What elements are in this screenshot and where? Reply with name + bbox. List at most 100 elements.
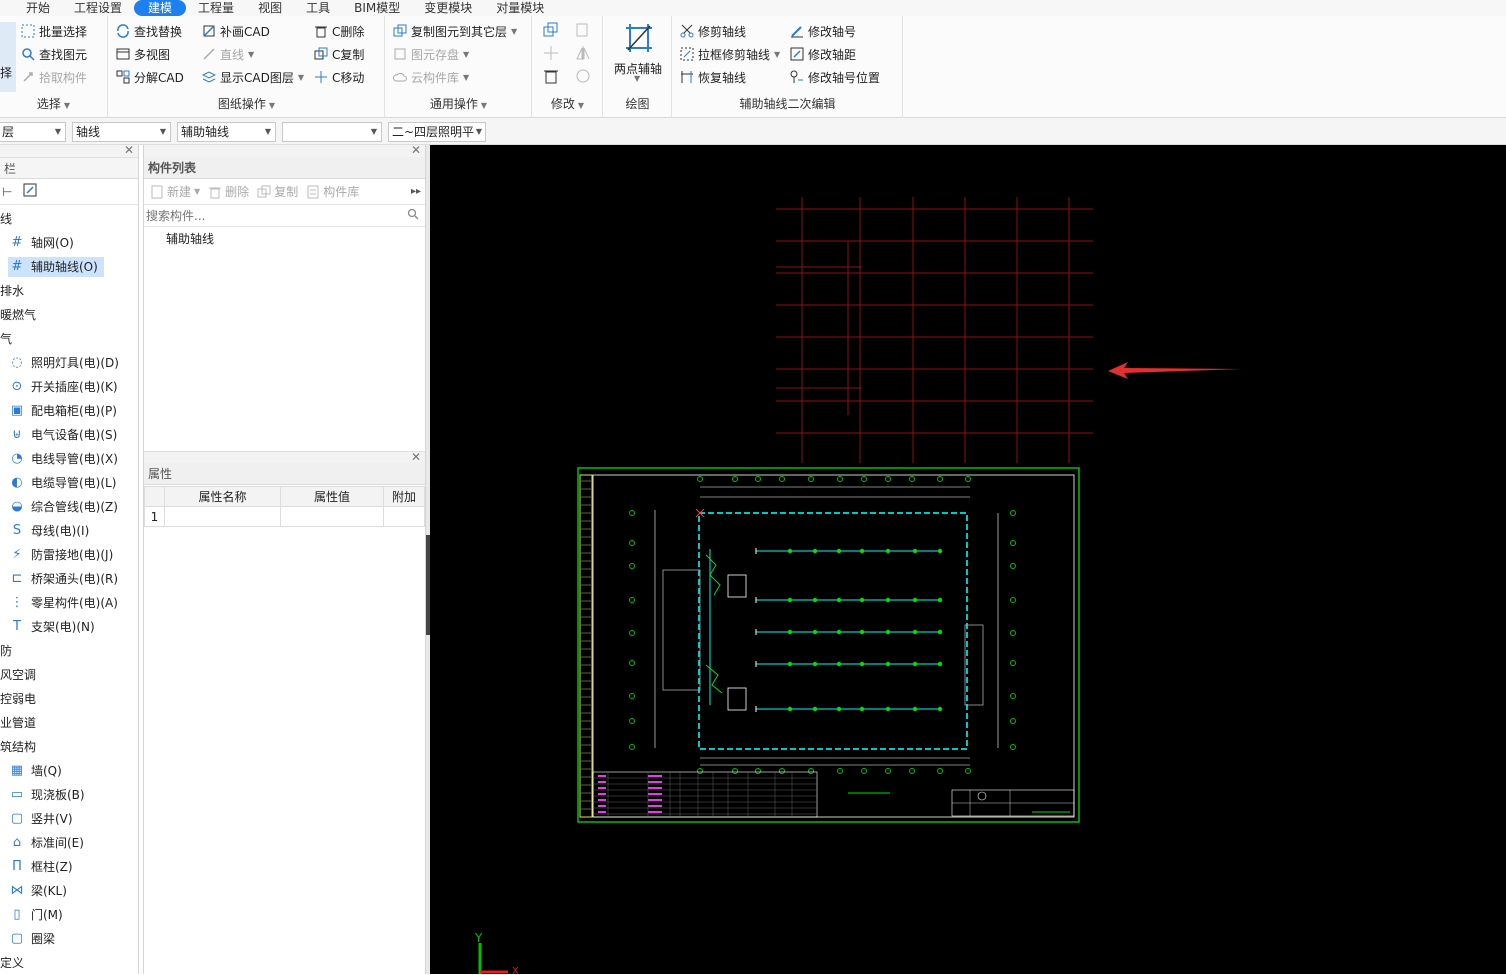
tree-item-category[interactable]: 暖燃气 — [0, 303, 138, 327]
tree-item-component[interactable]: S 母线(电)(I) — [0, 519, 138, 543]
component-search-input[interactable] — [144, 205, 425, 226]
tree-item-component[interactable]: ▣ 配电箱柜(电)(P) — [0, 399, 138, 423]
tree-item-component[interactable]: Π 框柱(Z) — [0, 855, 138, 879]
element-save-button[interactable]: 图元存盘 ▼ — [392, 44, 469, 64]
menu-item[interactable]: 视图 — [246, 0, 294, 16]
tree-item-component[interactable]: ⋮ 零星构件(电)(A) — [0, 591, 138, 615]
tree-item-category[interactable]: 筑结构 — [0, 735, 138, 759]
modify-axis-pos-button[interactable]: 修改轴号位置 — [789, 67, 880, 87]
batch-select-button[interactable]: 批量选择 — [20, 21, 87, 41]
box-trim-axis-button[interactable]: 拉框修剪轴线 ▼ — [679, 44, 780, 64]
tree-item-component[interactable]: ▦ 墙(Q) — [0, 759, 138, 783]
menu-item[interactable]: 工具 — [294, 0, 342, 16]
select-group-label[interactable]: 选择 ▼ — [0, 95, 107, 112]
c-copy-button[interactable]: C复制 — [313, 44, 364, 64]
cad-drawing[interactable]: Y X — [430, 145, 1506, 974]
tree-item-component[interactable]: T 支架(电)(N) — [0, 615, 138, 639]
tree-item-component[interactable]: # 辅助轴线(O) — [0, 255, 138, 279]
show-cad-layer-button[interactable]: 显示CAD图层 ▼ — [201, 67, 304, 87]
copy-button[interactable]: 复制 — [257, 183, 298, 200]
tree-item-category[interactable]: 排水 — [0, 279, 138, 303]
trim-axis-button[interactable]: 修剪轴线 — [679, 21, 746, 41]
multi-view-button[interactable]: 多视图 — [115, 44, 170, 64]
prop-col-name[interactable]: 属性名称 — [164, 486, 281, 507]
tree-item-category[interactable]: 线 — [0, 207, 138, 231]
more-icon[interactable]: ▸▸ — [411, 186, 421, 197]
common-ops-label[interactable]: 通用操作 ▼ — [386, 95, 531, 112]
tree-item-component[interactable]: ◔ 电线导管(电)(X) — [0, 447, 138, 471]
tree-item-component[interactable]: ▯ 门(M) — [0, 903, 138, 927]
tree-item-component[interactable]: ▢ 圈梁 — [0, 927, 138, 951]
menu-item[interactable]: BIM模型 — [342, 0, 412, 16]
component-name-select[interactable]: ▼ — [282, 122, 382, 142]
close-icon[interactable]: ✕ — [411, 450, 421, 464]
tree-item-component[interactable]: ⌂ 标准间(E) — [0, 831, 138, 855]
tree-item-component[interactable]: ◒ 综合管线(电)(Z) — [0, 495, 138, 519]
modify-mirror-icon[interactable] — [575, 22, 591, 41]
find-element-button[interactable]: 查找图元 — [20, 44, 87, 64]
menu-item[interactable]: 变更模块 — [412, 0, 484, 16]
line-button[interactable]: 直线 ▼ — [201, 44, 254, 64]
menu-item[interactable]: 工程量 — [186, 0, 246, 16]
row-extra[interactable] — [383, 506, 425, 527]
tree-item-category[interactable]: 定义 — [0, 951, 138, 975]
floor-plan-drawing[interactable] — [577, 467, 1080, 823]
select-big-button[interactable]: 择 — [0, 22, 16, 92]
menu-item[interactable]: 建模 — [134, 0, 187, 16]
table-row[interactable]: 1 — [144, 506, 425, 527]
tree-item-component[interactable]: ⊙ 开关插座(电)(K) — [0, 375, 138, 399]
redraw-cad-button[interactable]: 补画CAD — [201, 21, 270, 41]
restore-axis-button[interactable]: 恢复轴线 — [679, 67, 746, 87]
tree-item-component[interactable]: ◌ 照明灯具(电)(D) — [0, 351, 138, 375]
menu-item[interactable]: 对量模块 — [484, 0, 556, 16]
modify-axis-no-button[interactable]: 修改轴号 — [789, 21, 856, 41]
c-delete-button[interactable]: C删除 — [313, 21, 364, 41]
tree-item-component[interactable]: ⊏ 桥架通头(电)(R) — [0, 567, 138, 591]
prop-col-value[interactable]: 属性值 — [280, 486, 384, 507]
delete-button[interactable]: 删除 — [208, 183, 249, 200]
tree-item-component[interactable]: ▭ 现浇板(B) — [0, 783, 138, 807]
collapse-icon[interactable]: ⊢ — [2, 185, 12, 199]
tree-item-component[interactable]: ⚡ 防雷接地(电)(J) — [0, 543, 138, 567]
category-select[interactable]: 轴线 ▼ — [72, 122, 171, 142]
copy-to-floor-button[interactable]: 复制图元到其它层 ▼ — [392, 21, 517, 41]
drawing-ops-label[interactable]: 图纸操作 ▼ — [109, 95, 384, 112]
cloud-library-button[interactable]: 云构件库 ▼ — [392, 67, 469, 87]
tree-item-category[interactable]: 风空调 — [0, 663, 138, 687]
modify-move-icon[interactable] — [543, 45, 559, 64]
tree-item-component[interactable]: ⊎ 电气设备(电)(S) — [0, 423, 138, 447]
menu-item[interactable]: 开始 — [14, 0, 62, 16]
close-icon[interactable]: ✕ — [411, 143, 421, 157]
explode-cad-button[interactable]: 分解CAD — [115, 67, 184, 87]
modify-copy-icon[interactable] — [543, 22, 559, 41]
tree-item-component[interactable]: ⋈ 梁(KL) — [0, 879, 138, 903]
tree-item-component[interactable]: ◐ 电缆导管(电)(L) — [0, 471, 138, 495]
tree-item-category[interactable]: 控弱电 — [0, 687, 138, 711]
row-value[interactable] — [280, 506, 384, 527]
modify-label[interactable]: 修改 ▼ — [533, 95, 602, 112]
two-point-axis-button[interactable]: 两点辅轴 ▼ — [612, 20, 664, 84]
tree-item-category[interactable]: 气 — [0, 327, 138, 351]
auxiliary-axis-grid[interactable] — [776, 197, 1093, 463]
new-button[interactable]: 新建 ▼ — [150, 183, 200, 200]
component-type-select[interactable]: 辅助轴线 ▼ — [177, 122, 276, 142]
modify-axis-dist-button[interactable]: 修改轴距 — [789, 44, 856, 64]
library-button[interactable]: 构件库 — [306, 183, 359, 200]
list-item[interactable]: 辅助轴线 — [144, 227, 425, 251]
tree-item-component[interactable]: # 轴网(O) — [0, 231, 138, 255]
menu-item[interactable]: 工程设置 — [62, 0, 134, 16]
tree-item-category[interactable]: 防 — [0, 639, 138, 663]
prop-col-extra[interactable]: 附加 — [383, 486, 425, 507]
search-icon[interactable] — [407, 208, 419, 223]
floor-select[interactable]: 层 ▼ — [0, 122, 66, 142]
row-name[interactable] — [164, 506, 281, 527]
tree-item-category[interactable]: 业管道 — [0, 711, 138, 735]
edit-icon[interactable] — [22, 182, 38, 201]
c-move-button[interactable]: C移动 — [313, 67, 364, 87]
pick-component-button[interactable]: 拾取构件 — [20, 67, 87, 87]
close-icon[interactable]: ✕ — [124, 143, 134, 157]
find-replace-button[interactable]: 查找替换 — [115, 21, 182, 41]
modify-delete-icon[interactable] — [543, 68, 559, 87]
drawing-canvas[interactable]: Y X — [430, 145, 1506, 974]
drawing-select[interactable]: 二~四层照明平 ▼ — [388, 122, 486, 142]
